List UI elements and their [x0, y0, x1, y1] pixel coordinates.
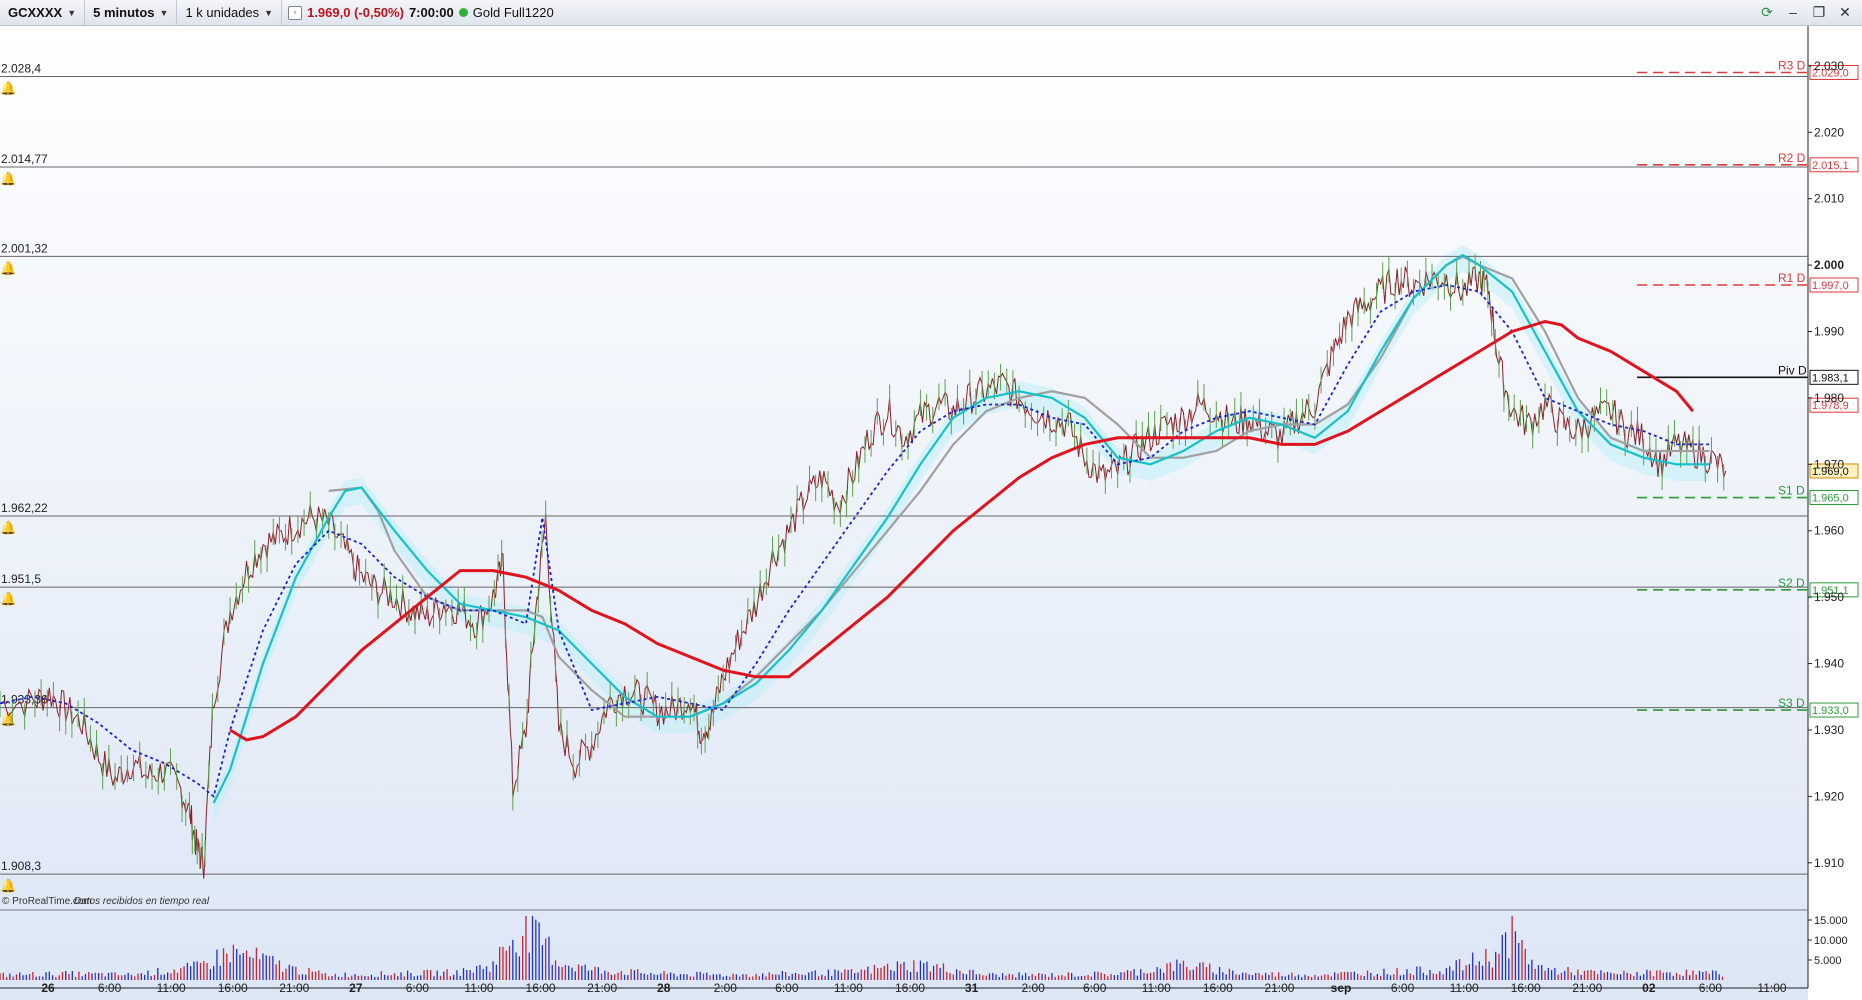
- x-tick-label: 11:00: [157, 981, 186, 995]
- chart-toolbar: GCXXXX ▼ 5 minutos ▼ 1 k unidades ▼ ▫ 1.…: [0, 0, 1862, 26]
- y-tick-label: 1.910: [1814, 856, 1844, 870]
- y-tick-label: 1.940: [1814, 657, 1844, 671]
- dropdown-caret-icon: ▼: [159, 7, 169, 18]
- x-tick-label: 11:00: [834, 981, 863, 995]
- quote-box: ▫ 1.969,0 (-0,50%) 7:00:00 Gold Full1220: [282, 5, 554, 20]
- pivot-label: R1 D: [1778, 271, 1806, 285]
- x-tick-label: 6:00: [98, 981, 122, 995]
- minimize-icon[interactable]: –: [1784, 3, 1802, 21]
- connection-dot-icon: [458, 8, 468, 17]
- instrument-selector[interactable]: GCXXXX ▼: [0, 0, 86, 26]
- dropdown-caret-icon: ▼: [264, 7, 274, 18]
- y-tick-label: 2.020: [1814, 125, 1844, 139]
- x-tick-label: 16:00: [526, 981, 556, 995]
- volume-tick-label: 5.000: [1814, 955, 1842, 967]
- footer-realtime: Datos recibidos en tiempo real: [74, 896, 210, 907]
- y-tick-label: 1.990: [1814, 324, 1844, 338]
- x-tick-label: 31: [965, 981, 979, 995]
- x-tick-label: 11:00: [464, 981, 493, 995]
- last-price: 1.969,0 (-0,50%): [307, 5, 404, 20]
- dropdown-caret-icon: ▼: [67, 7, 77, 18]
- level-label: 1.962,22: [1, 501, 48, 515]
- x-tick-label: 02: [1642, 981, 1656, 995]
- restore-icon[interactable]: ❐: [1810, 3, 1828, 21]
- x-tick-label: 2:00: [714, 981, 738, 995]
- alarm-bell-icon: 🔔: [0, 171, 16, 186]
- x-tick-label: 6:00: [1699, 981, 1723, 995]
- units-selector[interactable]: 1 k unidades ▼: [177, 0, 283, 26]
- x-tick-label: 16:00: [218, 981, 248, 995]
- x-tick-label: 6:00: [775, 981, 799, 995]
- alarm-bell-icon: 🔔: [0, 260, 16, 275]
- x-tick-label: 26: [41, 981, 55, 995]
- alarm-bell-icon: 🔔: [0, 591, 16, 606]
- x-tick-label: 21:00: [1572, 981, 1602, 995]
- quote-time: 7:00:00: [408, 5, 454, 20]
- x-tick-label: sep: [1331, 981, 1352, 995]
- level-label: 1.908,3: [1, 859, 41, 873]
- y-tick-label: 1.960: [1814, 524, 1844, 538]
- y-tick-label: 1.950: [1814, 590, 1844, 604]
- alarm-bell-icon: 🔔: [0, 80, 16, 95]
- refresh-icon[interactable]: ⟳: [1758, 3, 1776, 21]
- level-label: 1.951,5: [1, 572, 41, 586]
- pivot-label: R2 D: [1778, 151, 1806, 165]
- y-tick-label: 1.920: [1814, 789, 1844, 803]
- x-tick-label: 21:00: [279, 981, 309, 995]
- y-tick-label: 2.000: [1814, 258, 1844, 272]
- alarm-bell-icon: 🔔: [0, 878, 16, 893]
- x-tick-label: 16:00: [895, 981, 925, 995]
- y-tick-label: 2.030: [1814, 59, 1844, 73]
- pivot-tag-value: 1.997,0: [1812, 280, 1849, 292]
- alarm-bell-icon: 🔔: [0, 520, 16, 535]
- window-controls: ⟳ – ❐ ✕: [1758, 3, 1854, 21]
- quote-square-icon[interactable]: ▫: [288, 5, 303, 20]
- y-tick-label: 1.930: [1814, 723, 1844, 737]
- volume-tick-label: 10.000: [1814, 935, 1848, 947]
- pivot-tag-value: 2.015,1: [1812, 160, 1849, 172]
- x-tick-label: 27: [349, 981, 363, 995]
- contract-label: Gold Full1220: [472, 5, 554, 20]
- pivot-label: S3 D: [1778, 696, 1805, 710]
- y-tick-label: 1.970: [1814, 457, 1844, 471]
- pivot-tag-value: 1.933,0: [1812, 705, 1849, 717]
- x-tick-label: 11:00: [1450, 981, 1479, 995]
- timeframe-label: 5 minutos: [93, 5, 155, 20]
- price-chart[interactable]: 2.028,4 🔔 2.014,77 🔔 2.001,32 🔔 1.962,22 🔔 1.951…: [0, 26, 1862, 1000]
- pivot-label: S1 D: [1778, 484, 1805, 498]
- x-tick-label: 6:00: [406, 981, 430, 995]
- timeframe-selector[interactable]: 5 minutos ▼: [85, 0, 178, 26]
- x-tick-label: 21:00: [1264, 981, 1294, 995]
- x-tick-label: 2:00: [1021, 981, 1045, 995]
- volume-tick-label: 15.000: [1814, 915, 1848, 927]
- x-tick-label: 16:00: [1511, 981, 1541, 995]
- pivot-tag-value: 1.965,0: [1812, 493, 1849, 505]
- units-label: 1 k unidades: [185, 5, 260, 20]
- level-label: 2.001,32: [1, 241, 48, 255]
- x-tick-label: 11:00: [1142, 981, 1171, 995]
- close-icon[interactable]: ✕: [1836, 3, 1854, 21]
- level-label: 2.028,4: [1, 61, 41, 75]
- chart-background: [0, 26, 1808, 1000]
- x-tick-label: 21:00: [587, 981, 617, 995]
- x-tick-label: 6:00: [1083, 981, 1107, 995]
- pivot-tag-value: 1.983,1: [1812, 372, 1849, 384]
- x-tick-label: 16:00: [1203, 981, 1233, 995]
- x-tick-label: 6:00: [1391, 981, 1415, 995]
- pivot-label: Piv D: [1778, 363, 1807, 377]
- pivot-label: R3 D: [1778, 58, 1806, 72]
- instrument-label: GCXXXX: [8, 5, 63, 20]
- pivot-label: S2 D: [1778, 576, 1805, 590]
- level-label: 2.014,77: [1, 152, 48, 166]
- y-tick-label: 1.980: [1814, 391, 1844, 405]
- x-tick-label: 28: [657, 981, 671, 995]
- time-axis: 26 6:00 11:00 16:00 21:00 27 6:00 11:00 16:00 21:…: [41, 981, 1787, 995]
- y-tick-label: 2.010: [1814, 192, 1844, 206]
- x-tick-label: 11:00: [1757, 981, 1786, 995]
